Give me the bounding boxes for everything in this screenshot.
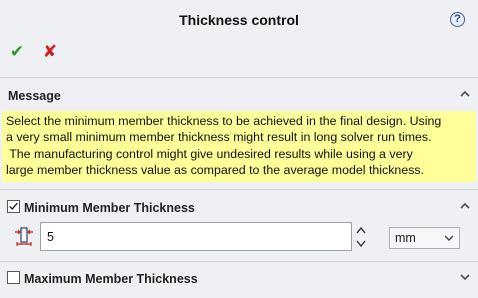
- minimum-thickness-checkbox[interactable]: [7, 200, 20, 213]
- ok-checkmark-icon[interactable]: ✔: [8, 42, 26, 62]
- minimum-thickness-header: Minimum Member Thickness: [0, 197, 478, 219]
- chevron-down-icon: [444, 235, 454, 241]
- message-box: Select the minimum member thickness to b…: [2, 111, 476, 182]
- maximum-thickness-checkbox[interactable]: [7, 271, 20, 284]
- help-icon[interactable]: ?: [450, 12, 465, 27]
- thickness-icon: [15, 227, 33, 246]
- divider: [0, 261, 478, 262]
- maximum-thickness-header: Maximum Member Thickness: [0, 268, 478, 290]
- cancel-x-icon[interactable]: ✘: [41, 42, 59, 62]
- spinner-arrows-icon[interactable]: [355, 224, 367, 250]
- minimum-thickness-input[interactable]: [40, 222, 352, 251]
- checkmark-icon: [9, 202, 18, 211]
- chevron-down-icon[interactable]: [459, 271, 471, 283]
- message-section-title: Message: [8, 89, 61, 103]
- chevron-up-icon[interactable]: [459, 88, 471, 100]
- unit-select[interactable]: mm: [389, 227, 460, 249]
- message-line: The manufacturing control might give und…: [6, 146, 413, 161]
- message-section-header[interactable]: Message: [0, 85, 478, 107]
- panel-title: Thickness control: [179, 12, 299, 28]
- divider: [0, 77, 478, 78]
- message-line: large member thickness value as compared…: [6, 163, 425, 178]
- maximum-thickness-label[interactable]: Maximum Member Thickness: [24, 272, 198, 286]
- chevron-up-icon[interactable]: [459, 200, 471, 212]
- message-line: Select the minimum member thickness to b…: [6, 114, 442, 128]
- minimum-thickness-label[interactable]: Minimum Member Thickness: [24, 201, 195, 215]
- title-bar: Thickness control ?: [0, 0, 478, 38]
- message-line: a very small minimum member thickness mi…: [6, 130, 432, 145]
- unit-selected-value: mm: [395, 231, 416, 245]
- divider: [0, 189, 478, 190]
